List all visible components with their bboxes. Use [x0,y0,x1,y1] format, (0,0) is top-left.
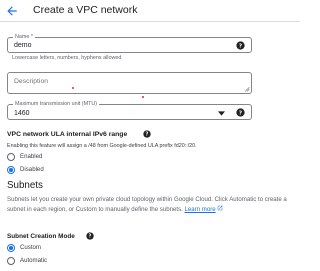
name-field[interactable]: Name * demo ? [7,34,252,53]
svg-text:?: ? [239,43,242,49]
learn-more-link[interactable]: Learn more [185,206,223,213]
description-placeholder: Description [14,78,48,85]
mtu-field-value: 1460 [14,110,30,117]
page-header: Create a VPC network [0,0,300,22]
help-icon[interactable]: ? [143,130,151,138]
radio-custom[interactable]: Custom [7,243,41,253]
subnet-mode-label: Subnet Creation Mode [7,233,75,240]
help-icon[interactable]: ? [86,232,94,240]
radio-button[interactable] [7,257,15,265]
help-icon[interactable]: ? [236,41,245,50]
description-field[interactable]: Description [7,72,252,94]
back-arrow-icon[interactable] [5,4,19,18]
svg-text:?: ? [239,110,242,116]
radio-button[interactable] [7,166,15,174]
name-hint: Lowercase letters, numbers, hyphens allo… [12,55,122,61]
svg-text:?: ? [89,234,92,240]
page-title: Create a VPC network [33,4,138,16]
radio-label: Enabled [20,153,43,160]
learn-more-text: Learn more [184,205,216,213]
subnets-description-text: Subnets let you create your own private … [7,196,287,213]
radio-enabled[interactable]: Enabled [7,152,42,162]
ula-heading: VPC network ULA internal IPv6 range [7,131,128,138]
radio-label: Custom [20,244,41,251]
subnets-description: Subnets let you create your own private … [7,195,292,214]
red-marker [72,87,74,89]
resize-grip-icon[interactable] [244,86,250,92]
mtu-field-label: Maximum transmission unit (MTU) [13,101,100,108]
radio-button[interactable] [7,244,15,252]
ula-description: Enabling this feature will assign a /48 … [7,143,197,149]
radio-label: Disabled [20,166,44,173]
radio-automatic[interactable]: Automatic [7,256,47,266]
red-marker [142,96,144,98]
name-field-value: demo [14,42,32,49]
radio-label: Automatic [20,257,48,264]
external-link-icon [217,205,222,211]
radio-button[interactable] [7,153,15,161]
subnets-heading: Subnets [7,180,43,191]
radio-disabled[interactable]: Disabled [7,165,44,175]
dropdown-arrow-icon[interactable] [218,111,225,116]
help-icon[interactable]: ? [236,108,245,117]
name-field-label: Name * [13,34,35,41]
svg-text:?: ? [146,132,149,138]
mtu-select[interactable]: Maximum transmission unit (MTU) 1460 ? [7,101,252,120]
